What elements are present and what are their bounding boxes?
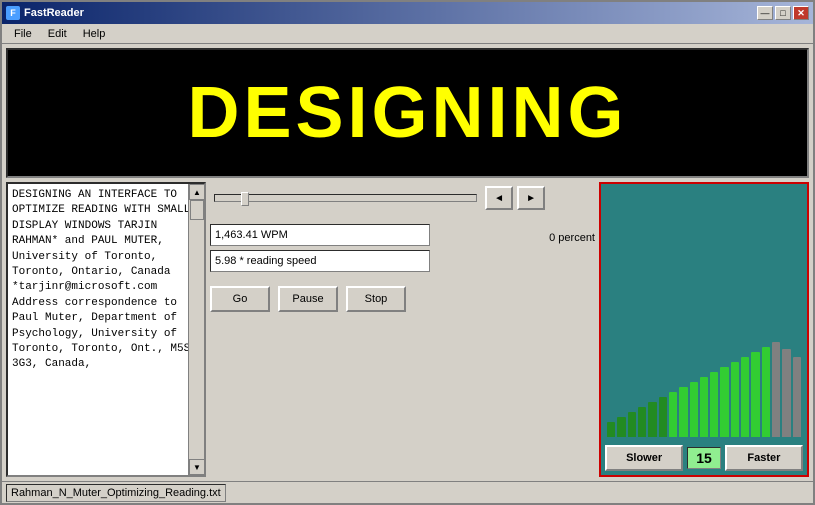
bar-7 — [679, 387, 687, 437]
scroll-down-button[interactable]: ▼ — [189, 459, 205, 475]
minimize-button[interactable]: — — [757, 6, 773, 20]
bar-10 — [710, 372, 718, 437]
menu-bar: File Edit Help — [2, 24, 813, 44]
app-icon: F — [6, 6, 20, 20]
title-bar: F FastReader — □ ✕ — [2, 2, 813, 24]
pause-button[interactable]: Pause — [278, 286, 338, 312]
menu-file[interactable]: File — [6, 26, 40, 42]
title-buttons: — □ ✕ — [757, 6, 809, 20]
go-button[interactable]: Go — [210, 286, 270, 312]
scroll-up-button[interactable]: ▲ — [189, 184, 205, 200]
bar-9 — [700, 377, 708, 437]
speed-value-display: 15 — [687, 447, 721, 469]
bar-14 — [751, 352, 759, 437]
bar-5 — [659, 397, 667, 437]
bar-4 — [648, 402, 656, 437]
close-button[interactable]: ✕ — [793, 6, 809, 20]
bar-chart — [601, 184, 807, 441]
speed-formula-field[interactable]: 5.98 * reading speed — [210, 250, 430, 272]
bar-18 — [793, 357, 801, 437]
menu-help[interactable]: Help — [75, 26, 114, 42]
wpm-field[interactable]: 1,463.41 WPM — [210, 224, 430, 246]
maximize-button[interactable]: □ — [775, 6, 791, 20]
display-area: DESIGNING — [6, 48, 809, 178]
filename-text: Rahman_N_Muter_Optimizing_Reading.txt — [11, 487, 221, 499]
bar-11 — [720, 367, 728, 437]
display-word: DESIGNING — [187, 72, 627, 154]
scroll-track[interactable] — [189, 200, 204, 459]
status-filename: Rahman_N_Muter_Optimizing_Reading.txt — [6, 484, 226, 502]
bar-0 — [607, 422, 615, 437]
bottom-section: DESIGNING AN INTERFACE TO OPTIMIZE READI… — [6, 182, 809, 477]
bar-3 — [638, 407, 646, 437]
faster-button[interactable]: Faster — [725, 445, 803, 471]
scroll-thumb[interactable] — [190, 200, 204, 220]
nav-back-button[interactable]: ◄ — [485, 186, 513, 210]
main-content: DESIGNING DESIGNING AN INTERFACE TO OPTI… — [2, 44, 813, 481]
speed-controls: Slower 15 Faster — [601, 441, 807, 475]
text-scrollbar: ▲ ▼ — [188, 184, 204, 475]
slower-button[interactable]: Slower — [605, 445, 683, 471]
slider-handle[interactable] — [241, 192, 249, 206]
text-panel: DESIGNING AN INTERFACE TO OPTIMIZE READI… — [6, 182, 206, 477]
middle-controls: ◄ ► 1,463.41 WPM 5.98 * reading speed Go… — [210, 182, 545, 477]
bar-17 — [782, 349, 790, 437]
percent-label: 0 percent — [549, 232, 595, 244]
bar-12 — [731, 362, 739, 437]
text-content: DESIGNING AN INTERFACE TO OPTIMIZE READI… — [8, 184, 204, 475]
bar-8 — [690, 382, 698, 437]
main-window: F FastReader — □ ✕ File Edit Help DESIGN… — [0, 0, 815, 505]
action-buttons: Go Pause Stop — [210, 282, 545, 316]
title-bar-left: F FastReader — [6, 6, 84, 20]
bar-2 — [628, 412, 636, 437]
window-title: FastReader — [24, 7, 84, 19]
slider-area: ◄ ► — [210, 182, 545, 214]
nav-forward-button[interactable]: ► — [517, 186, 545, 210]
bar-13 — [741, 357, 749, 437]
menu-edit[interactable]: Edit — [40, 26, 75, 42]
stop-button[interactable]: Stop — [346, 286, 406, 312]
bar-15 — [762, 347, 770, 437]
slider-track[interactable] — [214, 194, 477, 202]
status-bar: Rahman_N_Muter_Optimizing_Reading.txt — [2, 481, 813, 503]
bar-16 — [772, 342, 780, 437]
speed-panel: Slower 15 Faster — [599, 182, 809, 477]
bar-1 — [617, 417, 625, 437]
bar-6 — [669, 392, 677, 437]
info-fields: 1,463.41 WPM 5.98 * reading speed — [210, 220, 545, 276]
